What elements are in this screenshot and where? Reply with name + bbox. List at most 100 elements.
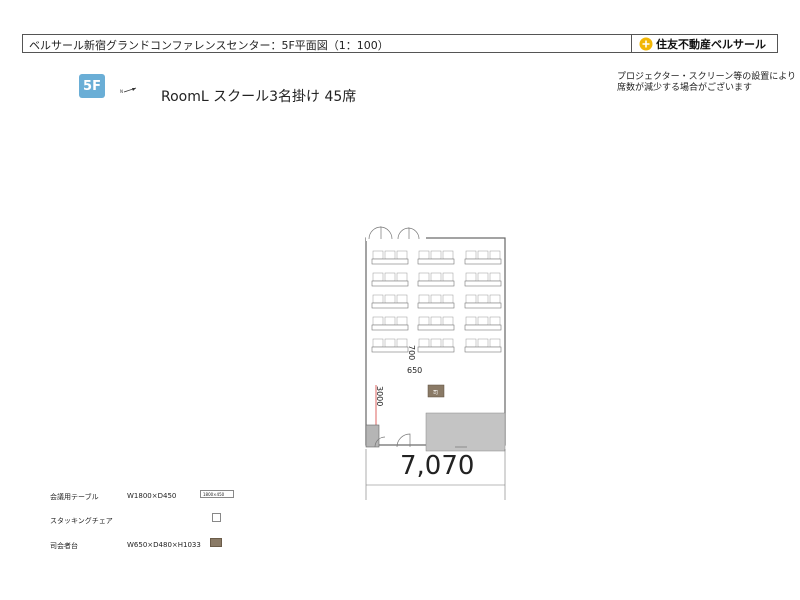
chair <box>442 338 454 348</box>
front-space-dimension: 3000 <box>375 386 384 407</box>
chair <box>430 294 442 304</box>
school-table-set <box>371 250 409 265</box>
school-table-set <box>371 294 409 309</box>
chair <box>465 338 477 348</box>
chair <box>465 250 477 260</box>
table <box>464 346 502 353</box>
school-table-set <box>371 316 409 331</box>
chair <box>430 272 442 282</box>
chair <box>418 250 430 260</box>
school-table-set <box>464 250 502 265</box>
chair-symbol <box>212 513 221 522</box>
chair <box>396 294 408 304</box>
chair <box>477 250 489 260</box>
podium-label: 司 <box>433 390 438 396</box>
table <box>464 258 502 265</box>
chair <box>477 316 489 326</box>
north-arrow-icon: N <box>120 87 137 94</box>
legend-spec: W650×D480×H1033 <box>127 541 201 549</box>
chair <box>489 294 501 304</box>
chair <box>430 250 442 260</box>
school-table-set <box>417 316 455 331</box>
table <box>464 280 502 287</box>
school-table-set <box>371 338 409 353</box>
chair <box>396 272 408 282</box>
chair <box>489 316 501 326</box>
chair <box>489 338 501 348</box>
chair <box>442 294 454 304</box>
table <box>464 324 502 331</box>
chair <box>384 338 396 348</box>
seating-area <box>371 250 502 353</box>
chair <box>384 294 396 304</box>
school-table-set <box>464 338 502 353</box>
logo-mark-icon <box>639 37 653 50</box>
chair <box>477 294 489 304</box>
chair <box>477 272 489 282</box>
school-table-set <box>417 294 455 309</box>
chair <box>489 250 501 260</box>
legend-name: 会議用テーブル <box>50 493 99 501</box>
table <box>371 302 409 309</box>
chair <box>489 272 501 282</box>
school-table-set <box>464 294 502 309</box>
chair <box>372 316 384 326</box>
service-closet <box>365 424 380 448</box>
layout-note-line-1: プロジェクター・スクリーン等の設置により <box>617 72 797 82</box>
table <box>417 280 455 287</box>
podium-symbol <box>210 538 222 547</box>
chair <box>372 250 384 260</box>
room-title: RoomL スクール3名掛け 45席 <box>161 89 357 105</box>
school-table-set <box>417 338 455 353</box>
school-table-set <box>371 272 409 287</box>
table <box>464 302 502 309</box>
chair <box>418 272 430 282</box>
entrance-door-top <box>366 226 426 241</box>
school-table-set <box>464 272 502 287</box>
chair <box>396 316 408 326</box>
school-table-set <box>417 272 455 287</box>
chair <box>465 294 477 304</box>
table <box>371 324 409 331</box>
chair <box>477 338 489 348</box>
chair <box>384 316 396 326</box>
row-spacing-dimension: 700 <box>407 345 416 361</box>
company-logo: 住友不動産ベルサール <box>639 36 766 51</box>
chair <box>418 294 430 304</box>
table <box>371 258 409 265</box>
chair <box>396 338 408 348</box>
table-symbol: 1800×450 <box>200 490 234 498</box>
table <box>417 302 455 309</box>
chair <box>442 250 454 260</box>
table <box>371 346 409 353</box>
floor-badge: 5F <box>79 74 105 98</box>
chair <box>384 250 396 260</box>
chair <box>465 272 477 282</box>
legend-name: スタッキングチェア <box>50 517 113 525</box>
chair <box>384 272 396 282</box>
aisle-dimension: 650 <box>407 366 423 375</box>
table <box>417 324 455 331</box>
svg-text:N: N <box>120 89 123 94</box>
header-divider <box>631 35 632 52</box>
page-title: ベルサール新宿グランドコンファレンスセンター：5F平面図（1：100） <box>29 39 389 52</box>
layout-note: プロジェクター・スクリーン等の設置により 席数が減少する場合がございます <box>617 72 796 94</box>
chair <box>396 250 408 260</box>
layout-note-line-2: 席数が減少する場合がございます <box>617 83 753 93</box>
chair <box>430 338 442 348</box>
chair <box>442 316 454 326</box>
legend-spec: W1800×D450 <box>127 492 177 500</box>
school-table-set <box>464 316 502 331</box>
chair <box>418 338 430 348</box>
header-bar: ベルサール新宿グランドコンファレンスセンター：5F平面図（1：100） 住友不動… <box>22 34 778 53</box>
table <box>371 280 409 287</box>
chair <box>430 316 442 326</box>
chair <box>442 272 454 282</box>
logo-text: 住友不動産ベルサール <box>656 37 766 51</box>
legend-name: 司会者台 <box>50 542 78 550</box>
chair <box>418 316 430 326</box>
chair <box>372 272 384 282</box>
school-table-set <box>417 250 455 265</box>
overall-width-dimension: 7,070 <box>400 451 475 481</box>
table <box>417 258 455 265</box>
